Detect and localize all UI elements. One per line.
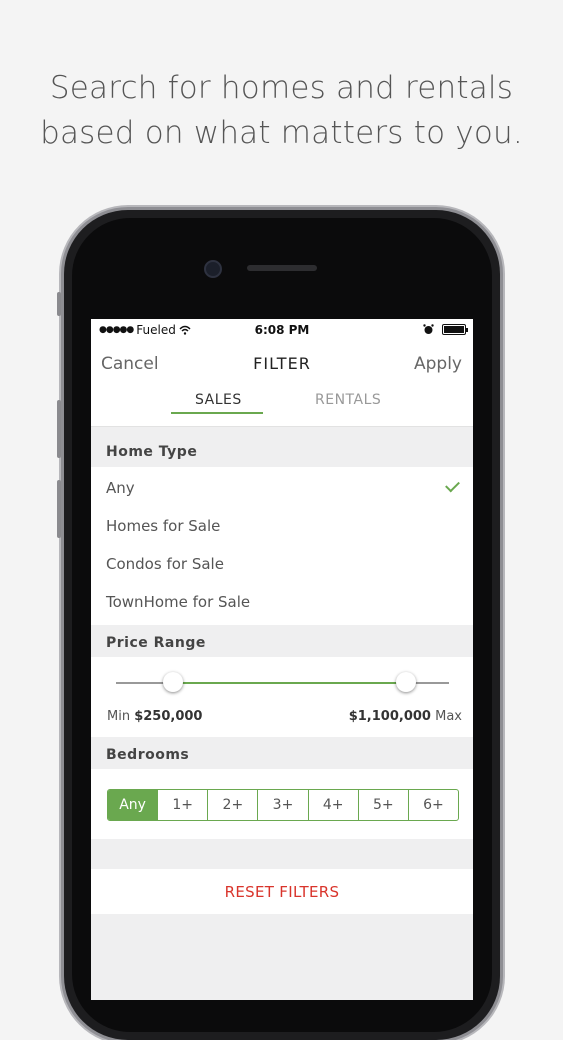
earpiece-speaker [247, 265, 317, 271]
min-price-value: $250,000 [134, 709, 203, 724]
bedrooms-option-5[interactable]: 5+ [357, 790, 408, 820]
headline-line-2: based on what matters to you. [40, 115, 523, 151]
apply-button[interactable]: Apply [414, 354, 462, 374]
tab-active-indicator [171, 412, 263, 414]
status-right [423, 324, 468, 335]
mute-switch [57, 292, 61, 316]
min-price-label: Min $250,000 [107, 709, 202, 724]
bedrooms-segmented-control: Any 1+ 2+ 3+ 4+ 5+ 6+ [107, 789, 459, 821]
alarm-icon [423, 324, 434, 334]
bedrooms-selector: Any 1+ 2+ 3+ 4+ 5+ 6+ [91, 769, 473, 839]
bedrooms-title: Bedrooms [106, 747, 190, 763]
max-price-label: $1,100,000 Max [349, 709, 462, 724]
bedrooms-option-2[interactable]: 2+ [207, 790, 257, 820]
phone-screen: ●●●●● Fueled 6:08 PM Cancel FILTER Apply… [91, 319, 473, 1000]
volume-down-button [57, 480, 61, 538]
reset-filters-row: RESET FILTERS [91, 869, 473, 914]
home-type-option-townhome[interactable]: TownHome for Sale [91, 581, 473, 619]
headline-line-1: Search for homes and rentals [49, 70, 514, 106]
option-label: TownHome for Sale [106, 593, 251, 611]
home-type-list: Any Homes for Sale Condos for Sale TownH… [91, 467, 473, 625]
battery-icon [442, 324, 468, 335]
checkmark-icon [445, 477, 460, 493]
front-camera [204, 260, 222, 278]
headline: Search for homes and rentals based on wh… [0, 66, 563, 156]
home-type-header: Home Type [91, 427, 473, 467]
tab-rentals[interactable]: RENTALS [315, 392, 381, 408]
bedrooms-option-3[interactable]: 3+ [257, 790, 307, 820]
min-label-text: Min [107, 709, 131, 724]
price-range-title: Price Range [106, 635, 206, 651]
bedrooms-option-4[interactable]: 4+ [307, 790, 358, 820]
home-type-option-any[interactable]: Any [91, 467, 473, 505]
nav-bar: Cancel FILTER Apply [91, 341, 473, 381]
volume-up-button [57, 400, 61, 458]
bedrooms-header: Bedrooms [91, 737, 473, 769]
home-type-option-homes[interactable]: Homes for Sale [91, 505, 473, 543]
status-bar: ●●●●● Fueled 6:08 PM [91, 319, 473, 341]
status-time: 6:08 PM [254, 323, 310, 337]
price-range-slider: Min $250,000 $1,100,000 Max [91, 657, 473, 737]
slider-track-selected [172, 682, 406, 684]
max-price-handle[interactable] [395, 672, 416, 692]
min-price-handle[interactable] [162, 672, 183, 692]
reset-filters-button[interactable]: RESET FILTERS [91, 883, 473, 901]
option-label: Condos for Sale [106, 555, 224, 573]
home-type-title: Home Type [106, 444, 198, 460]
option-label: Homes for Sale [106, 517, 221, 535]
max-price-value: $1,100,000 [348, 709, 431, 724]
tab-sales[interactable]: SALES [195, 392, 242, 408]
price-range-header: Price Range [91, 625, 473, 657]
bedrooms-option-1[interactable]: 1+ [157, 790, 207, 820]
home-type-option-condos[interactable]: Condos for Sale [91, 543, 473, 581]
bedrooms-option-6[interactable]: 6+ [407, 790, 458, 820]
tab-bar: SALES RENTALS [91, 381, 473, 427]
bedrooms-option-any[interactable]: Any [108, 790, 158, 820]
option-label: Any [106, 479, 135, 497]
max-label-text: Max [435, 709, 462, 724]
